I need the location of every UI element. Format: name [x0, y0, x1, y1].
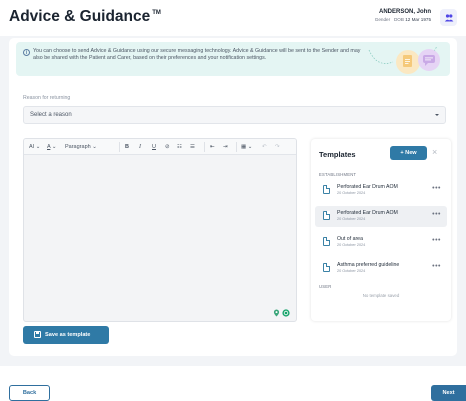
template-item[interactable]: Perforated Ear Drum AOM 20 October 2024 …	[315, 180, 447, 201]
more-options-icon[interactable]: •••	[432, 185, 441, 192]
patient-banner: ANDERSON, John Gender DOB 12 Mar 1975	[375, 9, 431, 22]
close-icon[interactable]: ×	[432, 147, 437, 157]
no-template-message: No template saved	[362, 293, 400, 298]
toolbar-divider	[236, 142, 237, 152]
italic-button[interactable]: I	[139, 143, 141, 151]
chevron-down-icon	[435, 114, 439, 116]
info-icon: i	[23, 49, 30, 56]
bullet-list-icon[interactable]: ☷	[177, 143, 182, 151]
template-date: 20 October 2024	[337, 217, 366, 221]
page-title-text: Advice & Guidance	[9, 8, 151, 25]
table-icon[interactable]: ▦ ⌄	[241, 143, 252, 151]
redo-icon[interactable]: ↷	[275, 143, 280, 151]
save-icon	[34, 331, 41, 338]
reason-select-value: Select a reason	[30, 112, 72, 118]
template-name: Out of area	[337, 236, 363, 242]
patient-details-button[interactable]	[440, 9, 457, 26]
document-icon	[323, 237, 330, 246]
main-card: i You can choose to send Advice & Guidan…	[9, 38, 457, 356]
more-options-icon[interactable]: •••	[432, 263, 441, 270]
reason-select[interactable]: Select a reason	[23, 106, 446, 124]
more-options-icon[interactable]: •••	[432, 237, 441, 244]
back-button[interactable]: Back	[9, 385, 50, 401]
document-icon	[323, 211, 330, 220]
rich-text-editor[interactable]: AI ⌄ A ⌄ Paragraph ⌄ B I U ⊘ ☷ ☰ ⇤ ⇥ ▦ ⌄…	[23, 138, 297, 322]
page-footer: Back Next	[0, 366, 466, 401]
document-icon	[323, 185, 330, 194]
document-icon	[323, 263, 330, 272]
patient-name: ANDERSON, John	[378, 9, 431, 15]
people-icon	[444, 13, 453, 21]
reason-label: Reason for returning	[23, 95, 71, 101]
location-pin-icon	[273, 309, 280, 317]
gender-label: Gender	[374, 17, 391, 22]
grammar-check-icon[interactable]	[282, 309, 290, 317]
template-name: Perforated Ear Drum AOM	[337, 210, 398, 216]
template-date: 20 October 2024	[337, 243, 366, 247]
underline-button[interactable]: U	[152, 143, 156, 151]
bold-button[interactable]: B	[125, 143, 129, 151]
info-banner: i You can choose to send Advice & Guidan…	[16, 42, 450, 76]
messaging-illustration-icon	[368, 45, 440, 74]
template-date: 20 October 2024	[337, 269, 366, 273]
patient-meta: Gender DOB 12 Mar 1975	[375, 17, 431, 22]
editor-status	[273, 309, 290, 317]
paragraph-select[interactable]: Paragraph ⌄	[65, 143, 97, 151]
indent-icon[interactable]: ⇥	[223, 143, 228, 151]
link-icon[interactable]: ⊘	[165, 143, 170, 151]
trademark: TM	[152, 10, 161, 16]
outdent-icon[interactable]: ⇤	[210, 143, 215, 151]
info-text: You can choose to send Advice & Guidance…	[33, 48, 361, 61]
new-template-button[interactable]: + New	[390, 146, 427, 160]
editor-toolbar: AI ⌄ A ⌄ Paragraph ⌄ B I U ⊘ ☷ ☰ ⇤ ⇥ ▦ ⌄…	[24, 139, 296, 155]
ai-assist-button[interactable]: AI ⌄	[29, 143, 40, 151]
template-name: Asthma preferred guideline	[337, 262, 400, 268]
save-as-template-button[interactable]: Save as template	[23, 326, 109, 344]
dob-label: DOB	[393, 17, 404, 22]
toolbar-divider	[204, 142, 205, 152]
text-color-button[interactable]: A ⌄	[47, 143, 57, 151]
page-title: Advice & Guidance TM	[9, 8, 161, 26]
toolbar-divider	[119, 142, 120, 152]
undo-icon[interactable]: ↶	[262, 143, 267, 151]
templates-title: Templates	[319, 150, 356, 159]
section-user: USER	[319, 284, 332, 289]
template-date: 20 October 2024	[337, 191, 366, 195]
templates-panel: Templates + New × ESTABLISHMENT Perforat…	[311, 139, 451, 321]
template-item[interactable]: Asthma preferred guideline 20 October 20…	[315, 258, 447, 279]
dob-value: 12 Mar 1975	[405, 17, 431, 22]
page-header: Advice & Guidance TM ANDERSON, John Gende…	[0, 0, 466, 36]
template-item[interactable]: Perforated Ear Drum AOM 20 October 2024 …	[315, 206, 447, 227]
section-establishment: ESTABLISHMENT	[319, 172, 357, 177]
next-button[interactable]: Next	[431, 385, 466, 401]
template-item[interactable]: Out of area 20 October 2024 •••	[315, 232, 447, 253]
more-options-icon[interactable]: •••	[432, 211, 441, 218]
numbered-list-icon[interactable]: ☰	[190, 143, 195, 151]
save-as-template-label: Save as template	[45, 332, 91, 338]
template-name: Perforated Ear Drum AOM	[337, 184, 398, 190]
